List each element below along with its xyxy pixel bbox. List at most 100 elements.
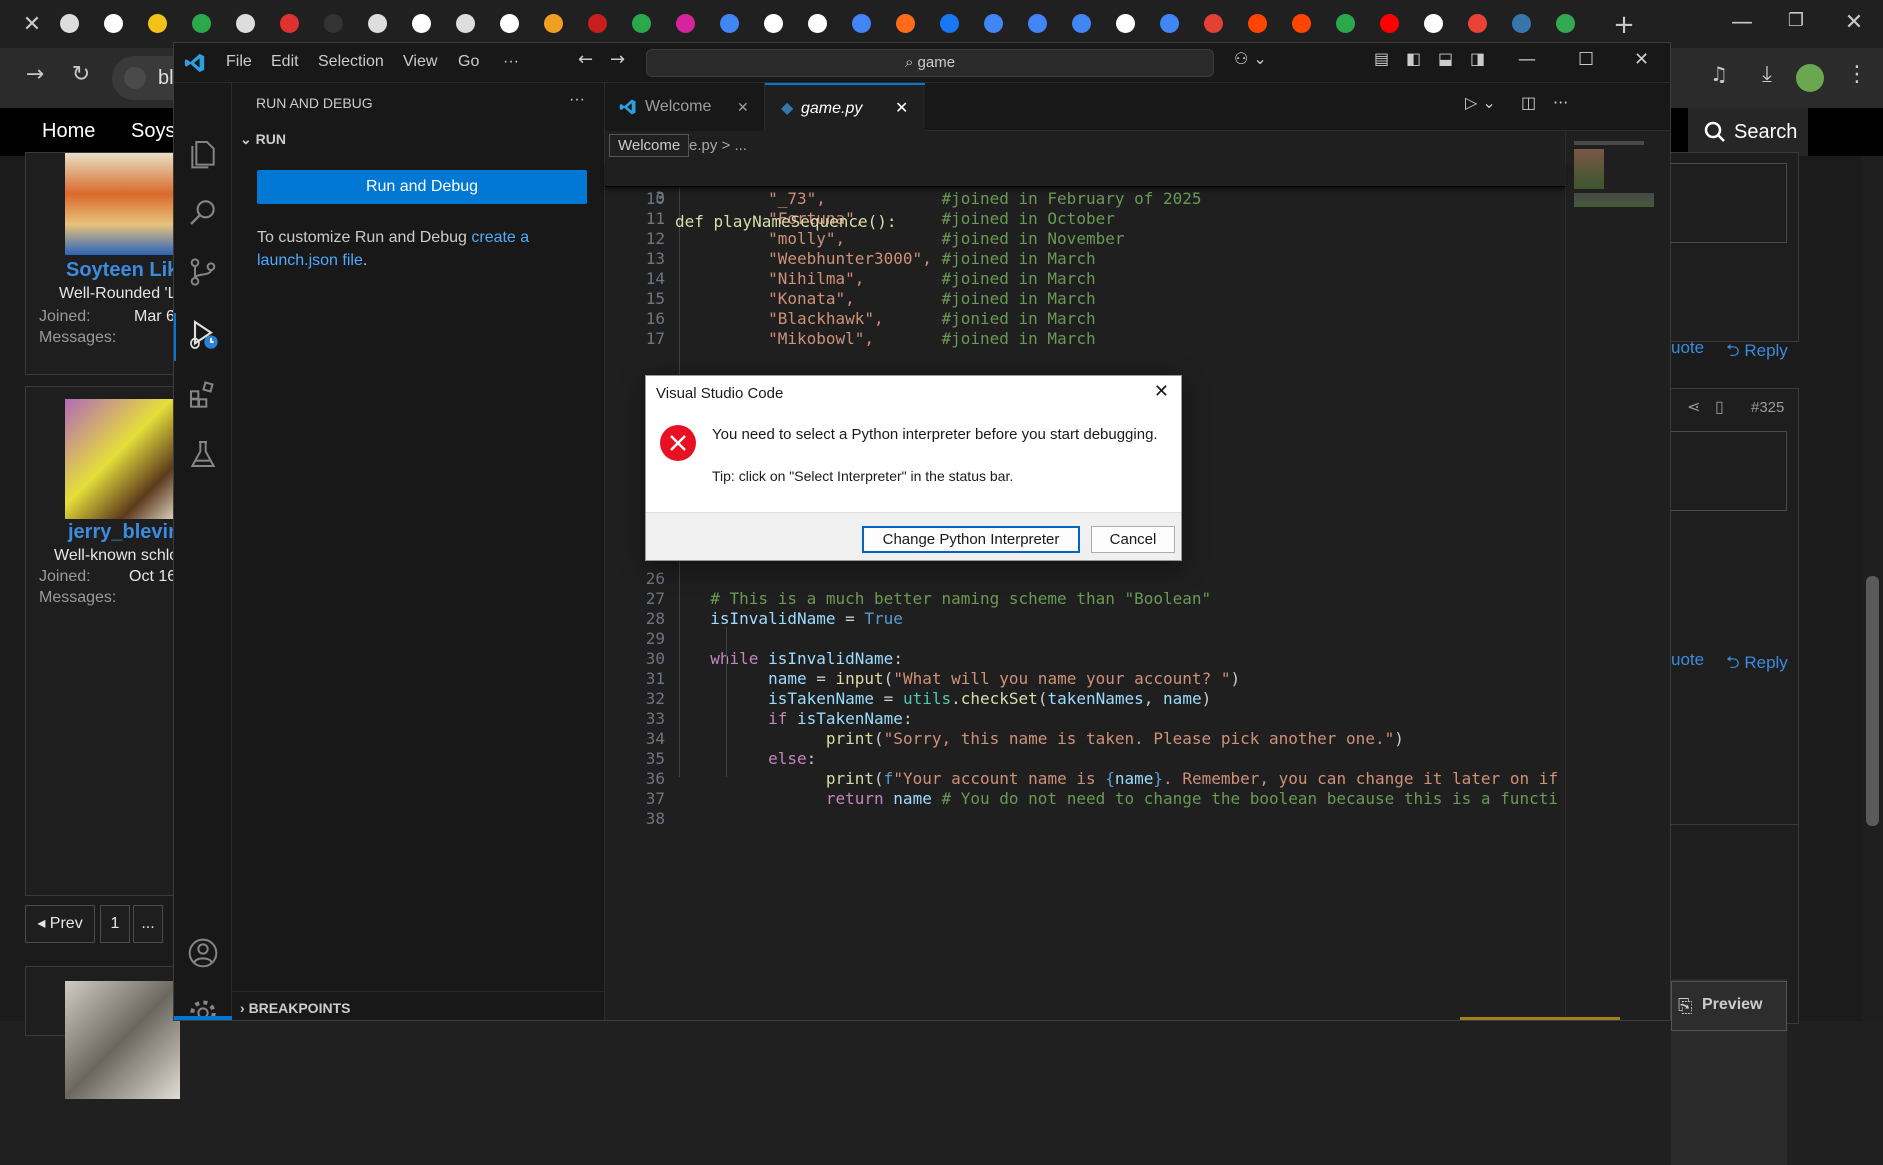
extensions-icon[interactable] — [187, 378, 219, 410]
menu-selection[interactable]: Selection — [318, 53, 384, 71]
reply-link[interactable]: ⮌ Reply — [1726, 338, 1788, 367]
post-number[interactable]: #325 — [1751, 399, 1784, 416]
browser-menu-icon[interactable]: ⋮ — [1846, 62, 1868, 87]
pinned-tab-favicon[interactable] — [192, 14, 211, 33]
pinned-tab-favicon[interactable] — [1292, 14, 1311, 33]
site-info-icon[interactable] — [124, 67, 146, 89]
user-avatar[interactable] — [65, 981, 180, 1099]
pinned-tab-favicon[interactable] — [236, 14, 255, 33]
pinned-tab-favicon[interactable] — [1512, 14, 1531, 33]
search-icon[interactable] — [187, 196, 219, 228]
source-control-icon[interactable] — [187, 256, 219, 288]
accounts-icon[interactable] — [187, 937, 219, 969]
explorer-icon[interactable] — [187, 138, 219, 170]
pinned-tab-favicon[interactable] — [412, 14, 431, 33]
testing-icon[interactable] — [187, 438, 219, 470]
menu-edit[interactable]: Edit — [271, 53, 299, 71]
pinned-tab-favicon[interactable] — [500, 14, 519, 33]
scrollbar-thumb[interactable] — [1866, 576, 1879, 826]
pinned-tab-favicon[interactable] — [1468, 14, 1487, 33]
cancel-button[interactable]: Cancel — [1091, 526, 1175, 553]
pinned-tab-favicon[interactable] — [544, 14, 563, 33]
run-python-file-icon[interactable]: ▷ ⌄ — [1465, 93, 1496, 112]
toggle-sidebar-icon[interactable]: ◧ — [1406, 49, 1421, 68]
close-icon[interactable]: ✕ — [737, 83, 749, 131]
share-icon[interactable]: ⋖ — [1687, 397, 1700, 417]
menu-view[interactable]: View — [403, 53, 437, 71]
close-icon[interactable]: ✕ — [895, 85, 908, 133]
change-python-interpreter-button[interactable]: Change Python Interpreter — [862, 526, 1080, 553]
pinned-tab-favicon[interactable] — [456, 14, 475, 33]
minimize-icon[interactable]: — — [1730, 10, 1754, 35]
user-avatar[interactable] — [65, 153, 180, 255]
pager-prev[interactable]: ◂ Prev — [25, 905, 95, 943]
preview-button[interactable]: ⎘ Preview — [1671, 981, 1787, 1031]
download-icon[interactable]: ⤓ — [1752, 62, 1782, 87]
tab-welcome[interactable]: Welcome ✕ — [605, 83, 765, 131]
forward-icon[interactable]: → — [610, 49, 625, 70]
pinned-tab-favicon[interactable] — [104, 14, 123, 33]
username[interactable]: jerry_blevin — [68, 521, 180, 544]
code-editor[interactable]: Welcome e.py > ... 3 def playNameSequenc… — [605, 131, 1670, 1020]
pinned-tab-favicon[interactable] — [808, 14, 827, 33]
pinned-tab-favicon[interactable] — [720, 14, 739, 33]
pinned-tab-favicon[interactable] — [588, 14, 607, 33]
tab-game-py[interactable]: ◆ game.py ✕ — [765, 83, 925, 131]
profile-avatar[interactable] — [1796, 64, 1824, 92]
pinned-tab-favicon[interactable] — [940, 14, 959, 33]
pinned-tab-favicon[interactable] — [1028, 14, 1047, 33]
quote-link[interactable]: uote — [1671, 650, 1704, 670]
dialog-close-icon[interactable]: ✕ — [1154, 381, 1169, 402]
pinned-tab-favicon[interactable] — [676, 14, 695, 33]
maximize-icon[interactable]: ☐ — [1578, 49, 1594, 70]
username[interactable]: Soyteen Like — [66, 259, 189, 282]
pinned-tab-favicon[interactable] — [1556, 14, 1575, 33]
menu-more[interactable]: ··· — [503, 53, 519, 71]
pinned-tab-favicon[interactable] — [280, 14, 299, 33]
pinned-tab-favicon[interactable] — [1204, 14, 1223, 33]
sticky-scroll-header[interactable]: 3 def playNameSequence(): — [605, 161, 1565, 231]
pinned-tab-favicon[interactable] — [324, 14, 343, 33]
run-section-header[interactable]: ⌄ RUN — [240, 131, 286, 148]
pinned-tab-favicon[interactable] — [1248, 14, 1267, 33]
user-avatar[interactable] — [65, 399, 180, 519]
minimize-icon[interactable]: — — [1518, 49, 1536, 70]
close-window-icon[interactable]: ✕ — [1842, 10, 1866, 35]
quote-link[interactable]: uote — [1671, 338, 1704, 358]
back-icon[interactable]: ← — [578, 49, 593, 70]
sidebar-more-icon[interactable]: ··· — [569, 91, 585, 109]
pinned-tab-favicon[interactable] — [1072, 14, 1091, 33]
pinned-tab-favicon[interactable] — [148, 14, 167, 33]
breadcrumb[interactable]: e.py > ... — [689, 137, 747, 154]
address-bar[interactable]: bl — [112, 56, 182, 100]
pager-ellipsis[interactable]: ... — [133, 905, 163, 943]
page-scrollbar[interactable] — [1862, 156, 1883, 1021]
toggle-secondary-sidebar-icon[interactable]: ◨ — [1470, 49, 1485, 68]
toggle-panel-icon[interactable]: ⬓ — [1438, 49, 1453, 68]
pinned-tab-favicon[interactable] — [1336, 14, 1355, 33]
restore-icon[interactable]: ❐ — [1784, 10, 1808, 31]
new-tab-icon[interactable]: + — [1612, 10, 1636, 40]
pinned-tab-favicon[interactable] — [368, 14, 387, 33]
breakpoints-header[interactable]: › BREAKPOINTS — [240, 1000, 350, 1016]
media-control-icon[interactable]: ♫ — [1704, 62, 1734, 86]
close-tab-icon[interactable]: ✕ — [20, 12, 44, 37]
close-window-icon[interactable]: ✕ — [1634, 49, 1649, 70]
menu-file[interactable]: File — [226, 53, 252, 71]
reply-link[interactable]: ⮌ Reply — [1726, 650, 1788, 679]
search-button[interactable]: Search — [1688, 108, 1808, 156]
layout-customize-icon[interactable]: ▤ — [1374, 49, 1389, 68]
pager-page-1[interactable]: 1 — [100, 905, 130, 943]
pinned-tab-favicon[interactable] — [632, 14, 651, 33]
status-bar-remote[interactable] — [174, 1016, 232, 1020]
run-and-debug-icon[interactable] — [187, 318, 219, 350]
breakpoints-section[interactable]: › BREAKPOINTS — [232, 991, 605, 1020]
pinned-tab-favicon[interactable] — [852, 14, 871, 33]
editor-more-icon[interactable]: ··· — [1553, 93, 1568, 112]
copilot-icon[interactable]: ⚇ ⌄ — [1234, 49, 1267, 68]
pinned-tab-favicon[interactable] — [1116, 14, 1135, 33]
bookmark-icon[interactable]: ▯ — [1715, 397, 1724, 417]
menu-go[interactable]: Go — [458, 53, 479, 71]
run-and-debug-button[interactable]: Run and Debug — [257, 170, 587, 204]
forward-icon[interactable]: → — [22, 62, 48, 87]
